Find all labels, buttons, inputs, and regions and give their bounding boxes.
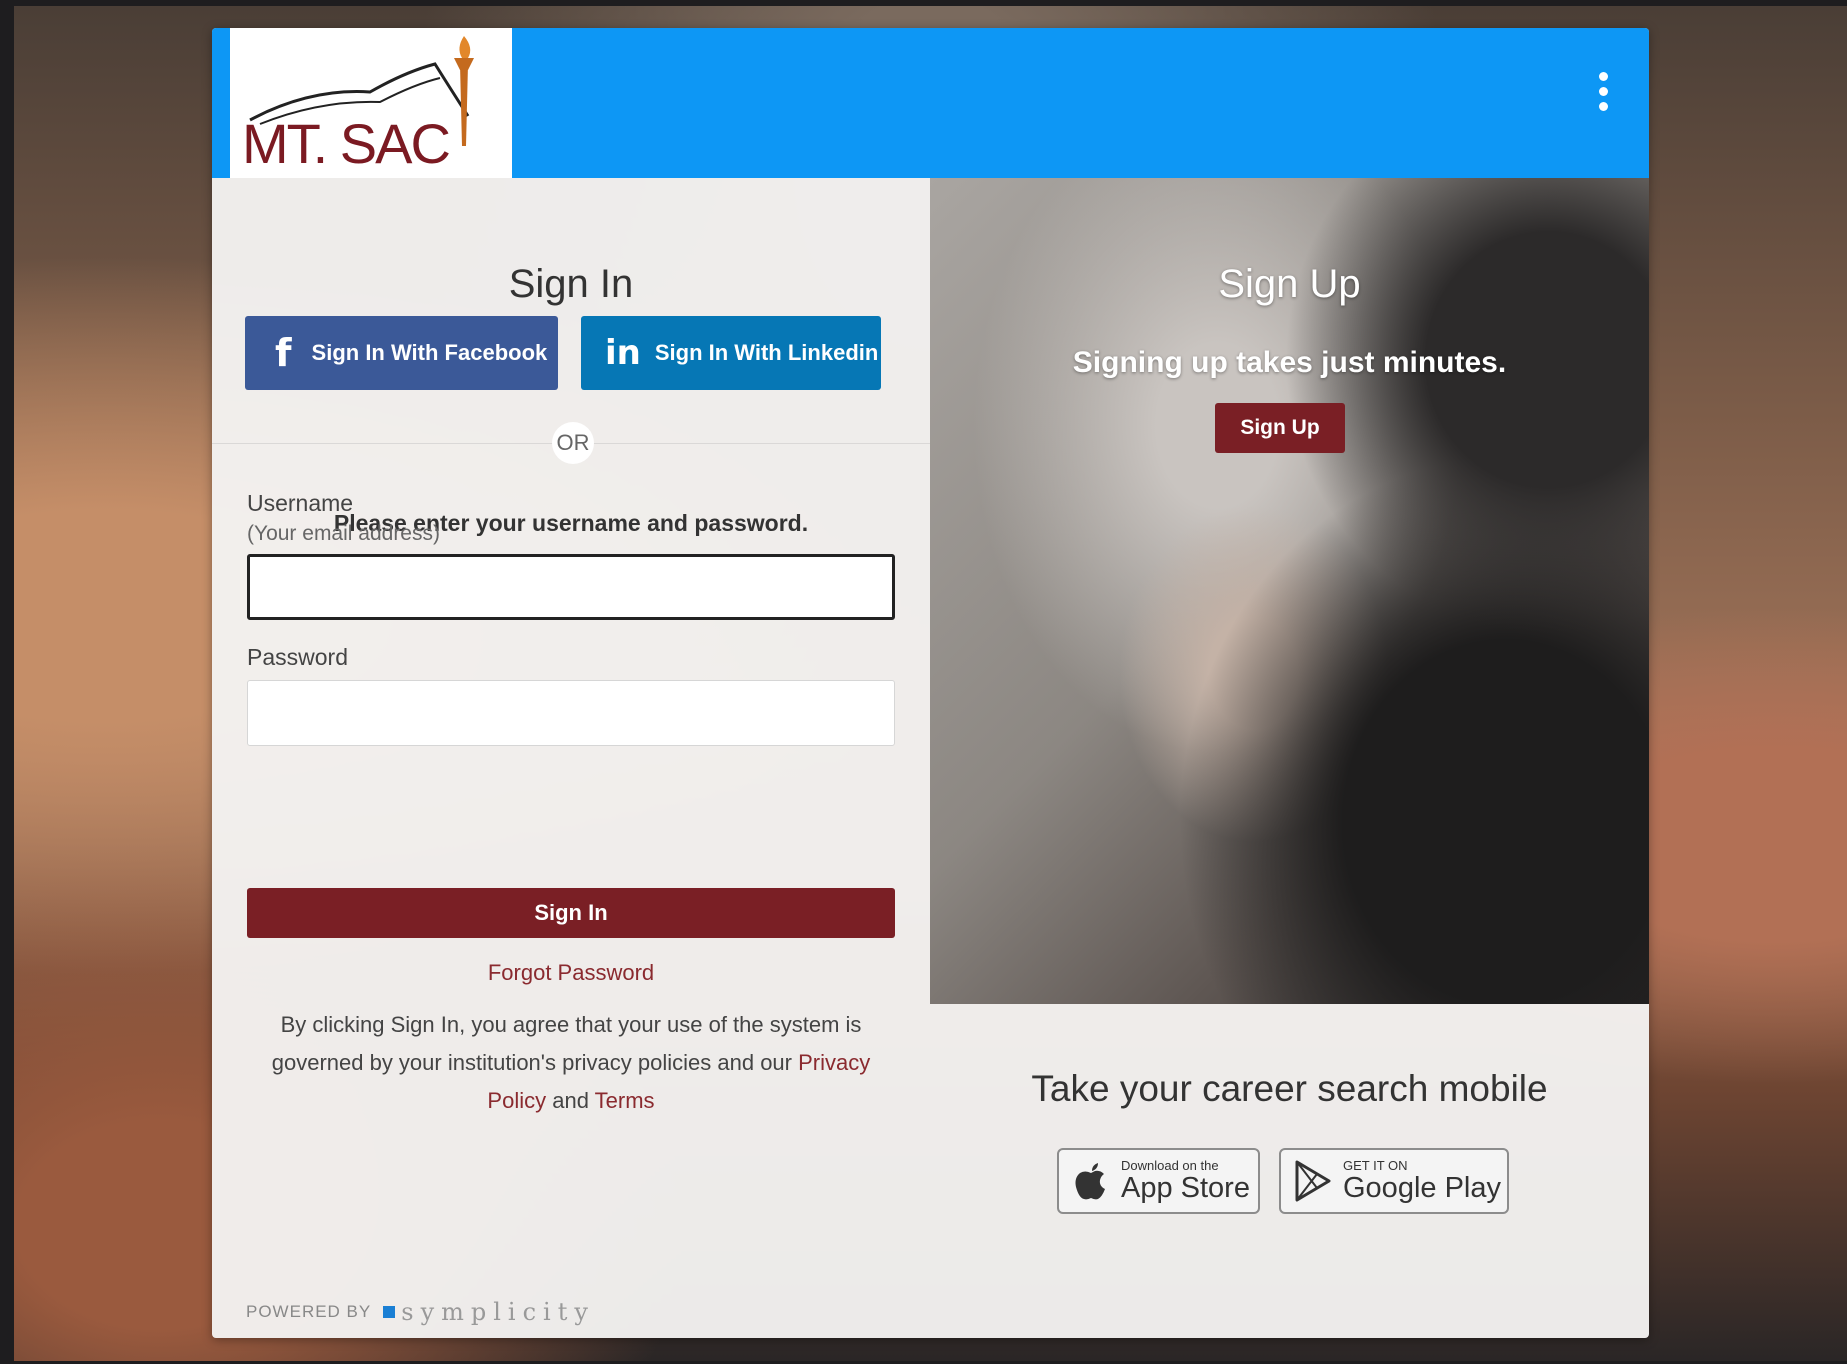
logo-text: MT. SAC	[242, 112, 451, 175]
kebab-menu-icon[interactable]	[1595, 72, 1611, 122]
powered-by-label: POWERED BY	[246, 1302, 372, 1321]
google-play-badge[interactable]: GET IT ON Google Play	[1279, 1148, 1509, 1214]
mtsac-logo[interactable]: MT. SAC	[230, 28, 512, 178]
legal-and: and	[552, 1088, 589, 1113]
signup-title: Sign Up	[1218, 262, 1361, 306]
mobile-title: Take your career search mobile	[1031, 1068, 1548, 1109]
signup-button[interactable]: Sign Up	[1215, 403, 1345, 453]
facebook-signin-button[interactable]: f Sign In With Facebook	[245, 316, 558, 390]
facebook-signin-label: Sign In With Facebook	[311, 340, 548, 365]
signin-panel: Sign In f Sign In With Facebook in Sign …	[212, 178, 930, 1338]
password-label: Password	[247, 644, 348, 670]
username-input[interactable]	[247, 554, 895, 620]
login-card: MT. SAC Sign In f Sign In With Facebook …	[212, 28, 1649, 1338]
password-input[interactable]	[247, 680, 895, 746]
app-store-big-text: App Store	[1121, 1172, 1250, 1204]
google-play-icon	[1295, 1160, 1331, 1202]
app-store-small-text: Download on the	[1121, 1158, 1219, 1173]
linkedin-icon: in	[605, 333, 641, 373]
apple-icon	[1075, 1163, 1105, 1200]
signup-panel: Sign Up Signing up takes just minutes. S…	[930, 178, 1649, 1338]
symplicity-square-icon	[383, 1306, 396, 1318]
username-hint: (Your email address)	[247, 522, 440, 545]
signup-photo: Sign Up Signing up takes just minutes. S…	[930, 178, 1649, 1004]
top-bar: MT. SAC	[212, 28, 1649, 178]
signin-title: Sign In	[508, 262, 634, 306]
signin-button[interactable]: Sign In	[247, 888, 895, 938]
linkedin-signin-button[interactable]: in Sign In With Linkedin	[581, 316, 881, 390]
powered-by: POWERED BY symplicity	[246, 1298, 595, 1326]
legal-body: By clicking Sign In, you agree that your…	[271, 1012, 862, 1075]
linkedin-signin-label: Sign In With Linkedin	[654, 340, 879, 365]
or-badge: OR	[552, 422, 594, 464]
legal-text: By clicking Sign In, you agree that your…	[247, 1006, 895, 1120]
symplicity-logo[interactable]: symplicity	[401, 1298, 595, 1326]
app-store-badge[interactable]: Download on the App Store	[1057, 1148, 1260, 1214]
terms-link[interactable]: Terms	[595, 1088, 655, 1113]
username-label: Username	[247, 490, 354, 516]
google-play-small-text: GET IT ON	[1343, 1158, 1408, 1173]
google-play-big-text: Google Play	[1343, 1172, 1501, 1204]
forgot-password-link[interactable]: Forgot Password	[212, 960, 930, 986]
signup-subtitle: Signing up takes just minutes.	[1072, 346, 1507, 379]
facebook-icon: f	[275, 331, 292, 375]
